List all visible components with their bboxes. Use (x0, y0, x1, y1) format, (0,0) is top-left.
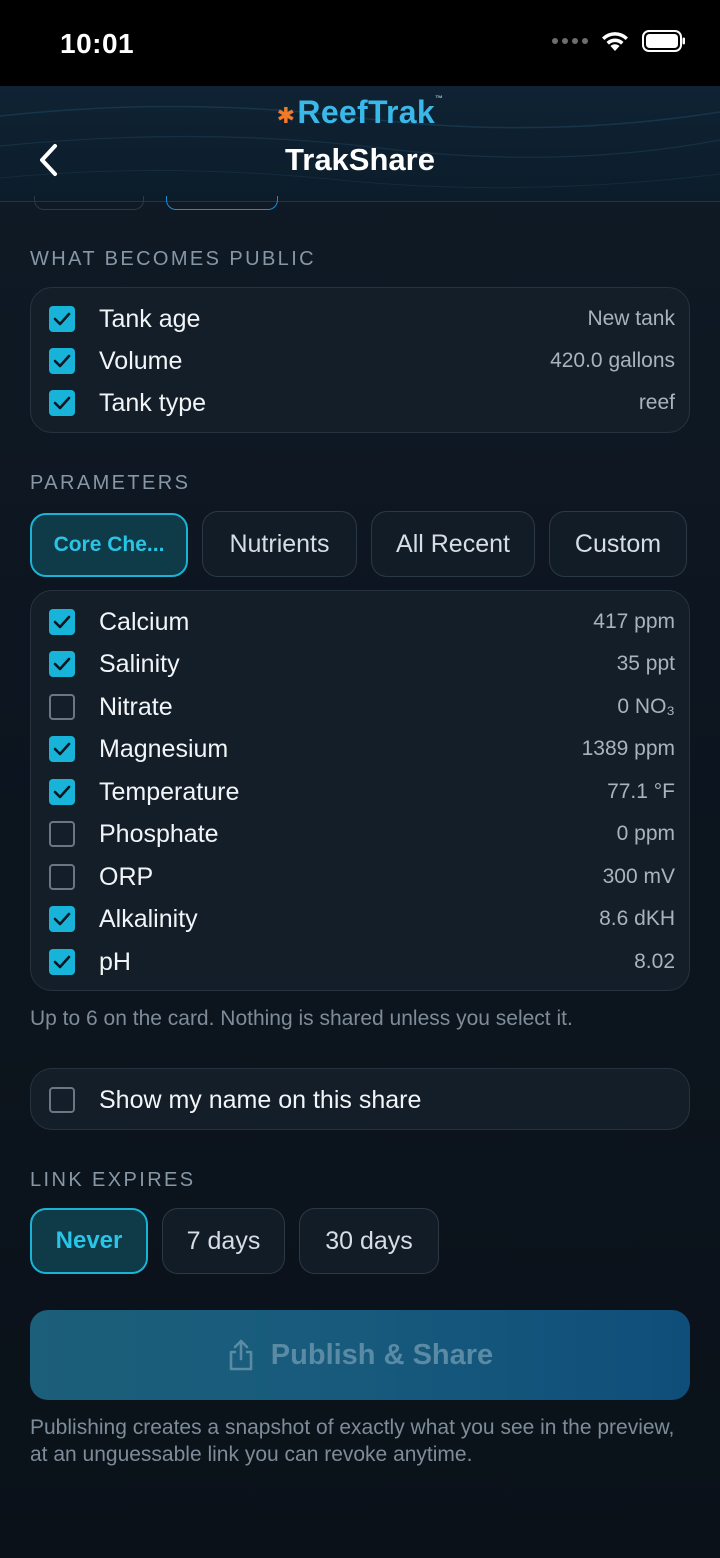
checkbox-checked[interactable] (49, 348, 75, 374)
status-time: 10:01 (60, 28, 135, 59)
parameters-hint: Up to 6 on the card. Nothing is shared u… (30, 1007, 573, 1030)
param-row-temperature[interactable]: Temperature 77.1 °F (31, 771, 691, 813)
row-label: Temperature (99, 777, 240, 806)
row-label: Volume (99, 346, 183, 375)
row-value: 0 ppm (616, 822, 675, 845)
param-row-salinity[interactable]: Salinity 35 ppt (31, 643, 691, 685)
row-value: New tank (587, 307, 675, 330)
checkmark-icon (53, 657, 71, 671)
row-label: Salinity (99, 649, 180, 678)
wifi-icon (602, 32, 628, 51)
checkbox-checked[interactable] (49, 949, 75, 975)
param-row-ph[interactable]: pH 8.02 (31, 941, 691, 983)
trademark-mark: ™ (435, 94, 444, 103)
checkbox-unchecked[interactable] (49, 821, 75, 847)
row-label: Alkalinity (99, 904, 198, 933)
checkbox-checked[interactable] (49, 779, 75, 805)
param-row-magnesium[interactable]: Magnesium 1389 ppm (31, 728, 691, 770)
preset-chip-core-chemistry[interactable]: Core Che... (30, 513, 188, 577)
expiry-option-7-days[interactable]: 7 days (162, 1208, 285, 1274)
expiry-option-30-days[interactable]: 30 days (299, 1208, 439, 1274)
checkbox-unchecked[interactable] (49, 864, 75, 890)
cellular-signal-icon (552, 38, 588, 44)
public-fields-card: Tank age New tank Volume 420.0 gallons T… (30, 287, 690, 433)
row-value: 8.02 (634, 950, 675, 973)
checkmark-icon (53, 396, 71, 410)
trakshare-screen: 10:01 ✱ReefTrak™ TrakShare WHAT BECOMES … (0, 0, 720, 1558)
checkmark-icon (53, 742, 71, 756)
param-row-orp[interactable]: ORP 300 mV (31, 856, 691, 898)
checkbox-checked[interactable] (49, 390, 75, 416)
page-title: TrakShare (285, 142, 435, 177)
row-label: Phosphate (99, 819, 219, 848)
publish-share-label: Publish & Share (270, 1338, 494, 1371)
coral-icon: ✱ (276, 103, 296, 128)
checkbox-checked[interactable] (49, 306, 75, 332)
row-label: Tank type (99, 388, 207, 417)
checkbox-checked[interactable] (49, 736, 75, 762)
public-row-tank-age[interactable]: Tank age New tank (31, 298, 691, 340)
publish-footnote: Publishing creates a snapshot of exactly… (30, 1416, 675, 1466)
status-icons (552, 30, 686, 52)
parameters-section-label: PARAMETERS (30, 472, 191, 494)
row-label: Calcium (99, 607, 190, 636)
row-label: Nitrate (99, 692, 173, 721)
checkmark-icon (53, 955, 71, 969)
scrolled-tab-active[interactable] (166, 196, 278, 210)
status-bar: 10:01 (0, 0, 720, 86)
preset-chip-all-recent[interactable]: All Recent (371, 511, 535, 577)
preset-chip-custom[interactable]: Custom (549, 511, 687, 577)
checkbox-unchecked[interactable] (49, 694, 75, 720)
nav-header: ✱ReefTrak™ TrakShare (0, 86, 720, 202)
checkmark-icon (53, 912, 71, 926)
row-value: 8.6 dKH (599, 907, 675, 930)
checkbox-checked[interactable] (49, 906, 75, 932)
public-row-tank-type[interactable]: Tank type reef (31, 382, 691, 424)
show-name-label: Show my name on this share (99, 1085, 422, 1114)
brand-name: ReefTrak (297, 94, 435, 130)
row-value: 0 NO₃ (617, 695, 675, 718)
row-label: Magnesium (99, 734, 229, 763)
row-value: 420.0 gallons (550, 349, 675, 372)
row-value: 35 ppt (616, 652, 675, 675)
preset-chip-nutrients[interactable]: Nutrients (202, 511, 357, 577)
share-icon (229, 1339, 253, 1371)
param-row-alkalinity[interactable]: Alkalinity 8.6 dKH (31, 898, 691, 940)
param-row-phosphate[interactable]: Phosphate 0 ppm (31, 813, 691, 855)
public-section-label: WHAT BECOMES PUBLIC (30, 248, 317, 270)
row-label: pH (99, 947, 131, 976)
public-row-volume[interactable]: Volume 420.0 gallons (31, 340, 691, 382)
row-value: reef (638, 391, 675, 414)
checkmark-icon (53, 354, 71, 368)
scrolled-tab-left[interactable] (34, 196, 144, 210)
row-value: 417 ppm (593, 610, 675, 633)
checkmark-icon (53, 785, 71, 799)
checkbox-checked[interactable] (49, 651, 75, 677)
row-label: Tank age (99, 304, 201, 333)
reeftrak-logo: ✱ReefTrak™ (0, 94, 720, 131)
checkmark-icon (53, 615, 71, 629)
battery-icon (642, 30, 685, 52)
parameters-card: Calcium 417 ppm Salinity 35 ppt Nitrate … (30, 590, 690, 991)
show-name-row[interactable]: Show my name on this share (30, 1068, 690, 1130)
expiry-option-never[interactable]: Never (30, 1208, 148, 1274)
checkbox-unchecked[interactable] (49, 1087, 75, 1113)
row-label: ORP (99, 862, 154, 891)
expiry-section-label: LINK EXPIRES (30, 1169, 196, 1191)
row-value: 77.1 °F (607, 780, 675, 803)
checkbox-checked[interactable] (49, 609, 75, 635)
row-value: 300 mV (602, 865, 675, 888)
row-value: 1389 ppm (581, 737, 675, 760)
publish-share-button[interactable]: Publish & Share (30, 1310, 690, 1400)
show-name-option[interactable]: Show my name on this share (31, 1079, 691, 1121)
param-row-nitrate[interactable]: Nitrate 0 NO₃ (31, 686, 691, 728)
param-row-calcium[interactable]: Calcium 417 ppm (31, 601, 691, 643)
checkmark-icon (53, 312, 71, 326)
